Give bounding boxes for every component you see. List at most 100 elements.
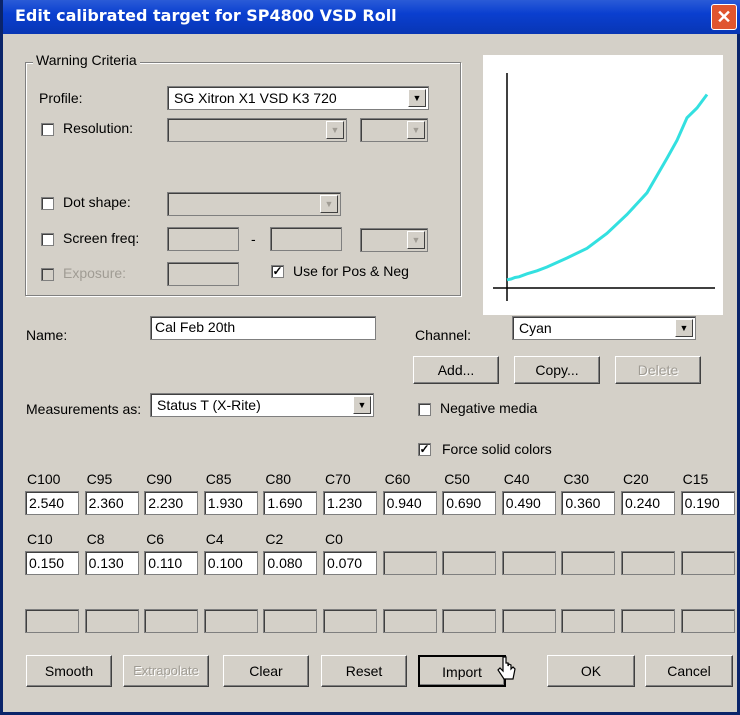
grid-value-cell[interactable]: 0.490 bbox=[501, 491, 556, 515]
channel-label: Channel: bbox=[415, 327, 472, 343]
grid-value-cell[interactable]: 0.110 bbox=[144, 551, 199, 575]
grid-value-cell[interactable]: 1.230 bbox=[323, 491, 377, 515]
screen-freq-unit-select[interactable]: ▼ bbox=[360, 228, 428, 252]
grid-empty-cell[interactable] bbox=[25, 609, 79, 633]
dot-shape-checkbox[interactable] bbox=[41, 197, 54, 210]
grid-empty-cell[interactable] bbox=[203, 609, 258, 633]
grid-empty-cell[interactable] bbox=[621, 609, 675, 633]
close-button[interactable]: ✕ bbox=[711, 4, 737, 30]
resolution-unit-select[interactable]: ▼ bbox=[360, 118, 428, 142]
grid-value-cell[interactable]: 2.360 bbox=[84, 491, 139, 515]
channel-select-value: Cyan bbox=[519, 320, 552, 336]
grid-value-cell[interactable]: 0.150 bbox=[25, 551, 79, 575]
grid-empty-cell[interactable] bbox=[501, 551, 556, 575]
grid-value-cell[interactable]: 0.240 bbox=[621, 491, 675, 515]
use-pos-neg-checkbox[interactable]: ✓ bbox=[271, 265, 284, 278]
grid-header-cell: C100 bbox=[27, 471, 61, 487]
grid-header-cell: C0 bbox=[325, 531, 343, 547]
warning-criteria-label: Warning Criteria bbox=[33, 52, 140, 68]
grid-value-cell[interactable]: 0.130 bbox=[84, 551, 139, 575]
screen-freq-checkbox[interactable] bbox=[41, 233, 54, 246]
grid-empty-cell[interactable] bbox=[442, 551, 497, 575]
grid-header-cell: C8 bbox=[86, 531, 105, 547]
grid-header-cell: C15 bbox=[682, 471, 709, 487]
grid-value-cell[interactable]: 1.930 bbox=[203, 491, 258, 515]
chevron-down-icon[interactable]: ▼ bbox=[326, 121, 344, 139]
grid-value-cell[interactable]: 0.360 bbox=[561, 491, 616, 515]
grid-value-cell[interactable]: 0.190 bbox=[680, 491, 735, 515]
grid-header-cell: C95 bbox=[86, 471, 113, 487]
dialog-window: Edit calibrated target for SP4800 VSD Ro… bbox=[0, 0, 740, 715]
copy-button[interactable]: Copy... bbox=[514, 356, 600, 384]
exposure-label: Exposure: bbox=[63, 265, 127, 281]
profile-select[interactable]: SG Xitron X1 VSD K3 720 ▼ bbox=[167, 86, 429, 110]
grid-empty-cell[interactable] bbox=[561, 551, 616, 575]
smooth-button[interactable]: Smooth bbox=[26, 655, 112, 687]
screen-freq-label: Screen freq: bbox=[63, 230, 140, 246]
channel-select[interactable]: Cyan ▼ bbox=[512, 316, 696, 340]
title-bar[interactable]: Edit calibrated target for SP4800 VSD Ro… bbox=[3, 0, 740, 34]
chevron-down-icon[interactable]: ▼ bbox=[408, 89, 426, 107]
dot-shape-select[interactable]: ▼ bbox=[167, 192, 341, 216]
grid-header-cell: C60 bbox=[384, 471, 411, 487]
grid-empty-cell[interactable] bbox=[680, 551, 735, 575]
chevron-down-icon[interactable]: ▼ bbox=[353, 396, 371, 414]
exposure-field[interactable] bbox=[167, 262, 239, 286]
reset-button[interactable]: Reset bbox=[321, 655, 407, 687]
grid-header-cell: C6 bbox=[146, 531, 165, 547]
measurements-select[interactable]: Status T (X-Rite) ▼ bbox=[150, 393, 374, 417]
grid-header-cell: C4 bbox=[205, 531, 224, 547]
delete-button[interactable]: Delete bbox=[615, 356, 701, 384]
grid-header-cell: C80 bbox=[265, 471, 292, 487]
extrapolate-button[interactable]: Extrapolate bbox=[123, 655, 209, 687]
screen-freq-max-field[interactable] bbox=[270, 227, 342, 251]
grid-empty-cell[interactable] bbox=[84, 609, 139, 633]
grid-empty-cell[interactable] bbox=[501, 609, 556, 633]
force-solid-label: Force solid colors bbox=[442, 441, 552, 457]
screen-freq-min-field[interactable] bbox=[167, 227, 239, 251]
force-solid-checkbox[interactable]: ✓ bbox=[418, 443, 431, 456]
chevron-down-icon[interactable]: ▼ bbox=[675, 319, 693, 337]
clear-button[interactable]: Clear bbox=[223, 655, 309, 687]
grid-header-cell: C30 bbox=[563, 471, 590, 487]
grid-value-cell[interactable]: 0.100 bbox=[203, 551, 258, 575]
grid-value-cell[interactable]: 0.690 bbox=[442, 491, 497, 515]
ok-button[interactable]: OK bbox=[547, 655, 635, 687]
negative-media-checkbox[interactable] bbox=[418, 403, 431, 416]
grid-empty-cell[interactable] bbox=[382, 609, 437, 633]
grid-header-cell: C20 bbox=[623, 471, 649, 487]
grid-empty-cell[interactable] bbox=[382, 551, 437, 575]
grid-empty-cell[interactable] bbox=[263, 609, 318, 633]
grid-empty-cell[interactable] bbox=[144, 609, 199, 633]
grid-header-cell: C85 bbox=[205, 471, 232, 487]
chevron-down-icon[interactable]: ▼ bbox=[407, 121, 425, 139]
negative-media-label: Negative media bbox=[440, 400, 538, 416]
name-field[interactable]: Cal Feb 20th bbox=[150, 316, 376, 340]
exposure-checkbox[interactable] bbox=[41, 268, 54, 281]
grid-empty-cell[interactable] bbox=[561, 609, 616, 633]
grid-empty-cell[interactable] bbox=[621, 551, 675, 575]
cancel-button[interactable]: Cancel bbox=[645, 655, 733, 687]
grid-value-cell[interactable]: 0.940 bbox=[382, 491, 437, 515]
profile-label: Profile: bbox=[39, 90, 83, 106]
resolution-select[interactable]: ▼ bbox=[167, 118, 347, 142]
grid-value-cell[interactable]: 2.540 bbox=[25, 491, 79, 515]
use-pos-neg-label: Use for Pos & Neg bbox=[293, 263, 409, 279]
import-button[interactable]: Import bbox=[418, 655, 506, 687]
resolution-checkbox[interactable] bbox=[41, 123, 54, 136]
grid-empty-cell[interactable] bbox=[442, 609, 497, 633]
chevron-down-icon[interactable]: ▼ bbox=[407, 231, 425, 249]
measurements-select-value: Status T (X-Rite) bbox=[157, 397, 261, 413]
chevron-down-icon[interactable]: ▼ bbox=[320, 195, 338, 213]
grid-header-cell: C40 bbox=[503, 471, 530, 487]
grid-value-cell[interactable]: 2.230 bbox=[144, 491, 199, 515]
calibration-curve-line bbox=[506, 93, 709, 282]
grid-empty-cell[interactable] bbox=[680, 609, 735, 633]
grid-value-cell[interactable]: 1.690 bbox=[263, 491, 318, 515]
grid-value-cell[interactable]: 0.080 bbox=[263, 551, 318, 575]
grid-header-cell: C70 bbox=[325, 471, 351, 487]
add-button[interactable]: Add... bbox=[413, 356, 499, 384]
grid-empty-cell[interactable] bbox=[323, 609, 377, 633]
grid-value-cell[interactable]: 0.070 bbox=[323, 551, 377, 575]
grid-header-cell: C90 bbox=[146, 471, 172, 487]
